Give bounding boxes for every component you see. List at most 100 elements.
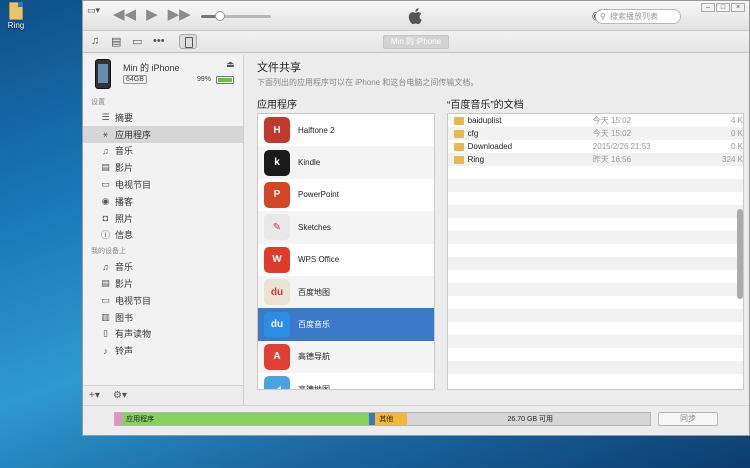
maximize-button[interactable]: □	[716, 3, 730, 12]
music-icon[interactable]: ♫	[91, 35, 99, 47]
sidebar-item[interactable]: ▤ 影片	[83, 275, 243, 292]
sidebar-item[interactable]: ▥ 图书	[83, 309, 243, 326]
eject-icon[interactable]: ⏏	[226, 59, 235, 70]
sidebar-section-settings: 设置	[91, 99, 105, 106]
app-icon: ✎	[264, 214, 290, 241]
device-info: Min 的 iPhone 64GB ⏏ 99%	[83, 55, 243, 95]
sidebar-item[interactable]: ◘ 照片	[83, 210, 243, 227]
music-icon: ♫	[102, 145, 109, 156]
app-row[interactable]: W WPS Office	[258, 244, 434, 276]
app-row[interactable]: A 高德导航	[258, 340, 434, 374]
empty-row	[448, 374, 743, 387]
tv-icon: ▭	[101, 179, 110, 190]
file-icon	[9, 2, 23, 20]
app-row[interactable]: du 百度地图	[258, 275, 434, 309]
sidebar-item[interactable]: ◉ 播客	[83, 193, 243, 210]
app-row[interactable]: ✎ Sketches	[258, 211, 434, 244]
sidebar: Min 的 iPhone 64GB ⏏ 99% 设置 ☰ 摘要 ⚹ 应用程序 ♫ 音乐 ▤ 影…	[83, 55, 244, 385]
bell-icon: ♪	[103, 345, 108, 356]
sidebar-item[interactable]: ♫ 音乐	[83, 258, 243, 275]
storage-segment: 26.70 GB 可用	[406, 413, 650, 425]
sidebar-item[interactable]: ⓘ 信息	[83, 227, 243, 244]
empty-row	[448, 348, 743, 361]
battery-percent: 99%	[197, 76, 212, 83]
search-icon: ⚲	[600, 12, 606, 21]
empty-row	[448, 218, 743, 231]
device-capacity: 64GB	[123, 75, 147, 84]
document-date: 2015/2/26 21:53	[592, 142, 651, 151]
minimize-button[interactable]: –	[701, 3, 715, 12]
app-icon: W	[264, 246, 290, 273]
more-icon[interactable]: •••	[153, 35, 165, 47]
storage-segment	[115, 413, 123, 425]
page-title: 文件共享	[257, 62, 301, 74]
documents-scrollbar[interactable]	[737, 209, 743, 299]
sync-button[interactable]: 同步	[658, 412, 718, 426]
volume-slider[interactable]	[201, 11, 271, 21]
podcast-icon: ◉	[101, 195, 110, 206]
sidebar-item[interactable]: ☰ 摘要	[83, 109, 243, 126]
sidebar-item-label: 播客	[115, 196, 134, 207]
sidebar-item-label: 有声读物	[115, 329, 152, 340]
sidebar-item[interactable]: ▯ 有声读物	[83, 326, 243, 343]
folder-icon	[454, 155, 464, 164]
device-tab[interactable]: Min 的 iPhone	[383, 35, 449, 49]
sidebar-item[interactable]: ⚹ 应用程序	[83, 125, 243, 143]
add-playlist-button[interactable]: +▾	[89, 390, 100, 401]
tv-icon[interactable]: ▭	[132, 35, 142, 48]
device-name: Min 的 iPhone	[123, 63, 180, 73]
sidebar-item-label: 影片	[115, 279, 134, 290]
app-row[interactable]: du 百度音乐	[258, 308, 434, 341]
sidebar-item-label: 音乐	[115, 146, 134, 157]
device-button[interactable]	[179, 34, 197, 49]
media-toolbar: ♫ ▤ ▭ ••• Min 的 iPhone	[83, 31, 749, 53]
empty-row	[448, 335, 743, 348]
sidebar-item[interactable]: ♫ 音乐	[83, 143, 243, 160]
document-row[interactable]: Ring 昨天 16:56 324 K	[448, 153, 743, 166]
play-icon[interactable]: ▶	[146, 7, 158, 23]
app-name: WPS Office	[298, 255, 340, 265]
app-row[interactable]: P PowerPoint	[258, 179, 434, 211]
tv-icon: ▭	[101, 294, 110, 305]
desktop-file-ring[interactable]: Ring	[2, 2, 30, 30]
empty-row	[448, 296, 743, 309]
sidebar-item[interactable]: ▭ 电视节目	[83, 176, 243, 193]
film-icon[interactable]: ▤	[111, 35, 121, 48]
sidebar-item[interactable]: ▭ 电视节目	[83, 292, 243, 309]
sidebar-item-label: 信息	[115, 230, 134, 241]
empty-row	[448, 309, 743, 322]
status-bar: 应用程序 其他 26.70 GB 可用 同步	[83, 405, 749, 435]
empty-row	[448, 361, 743, 374]
sidebar-item[interactable]: ♪ 铃声	[83, 342, 243, 359]
app-row[interactable]: ◢ 高德地图	[258, 373, 434, 389]
film-icon: ▤	[101, 278, 110, 289]
document-name: Ring	[467, 155, 485, 164]
app-name: PowerPoint	[298, 190, 339, 200]
storage-segment: 应用程序	[122, 413, 370, 425]
sidebar-item-label: 图书	[115, 312, 134, 323]
settings-gear-icon[interactable]: ⚙▾	[113, 390, 127, 401]
app-menu-icon[interactable]: ▭▾	[87, 5, 100, 16]
empty-row	[448, 244, 743, 257]
document-row[interactable]: cfg 今天 15:02 0 K	[448, 127, 743, 140]
app-row[interactable]: H Halftone 2	[258, 114, 434, 146]
app-icon: du	[264, 279, 290, 306]
folder-icon	[454, 116, 464, 125]
info-icon: ⓘ	[100, 230, 110, 241]
rewind-icon[interactable]: ◀◀	[113, 7, 136, 23]
sidebar-item[interactable]: ▤ 影片	[83, 159, 243, 176]
app-row[interactable]: k Kindle	[258, 146, 434, 179]
empty-row	[448, 192, 743, 205]
close-button[interactable]: ×	[731, 3, 745, 12]
document-row[interactable]: Downloaded 2015/2/26 21:53 0 K	[448, 140, 743, 153]
document-row[interactable]: baiduplist 今天 15:02 4 K	[448, 114, 743, 127]
app-name: 百度音乐	[298, 320, 330, 330]
apps-list: H Halftone 2 k Kindle P PowerPoint ✎ Sketches W W…	[257, 113, 435, 390]
fast-forward-icon[interactable]: ▶▶	[168, 7, 191, 23]
search-input[interactable]: ⚲ 搜索播放列表	[595, 9, 681, 24]
desktop-file-label: Ring	[7, 21, 25, 30]
volume-knob[interactable]	[215, 11, 225, 21]
camera-icon: ◘	[102, 213, 109, 224]
window-controls: – □ ×	[701, 3, 745, 12]
app-name: Sketches	[298, 222, 331, 232]
